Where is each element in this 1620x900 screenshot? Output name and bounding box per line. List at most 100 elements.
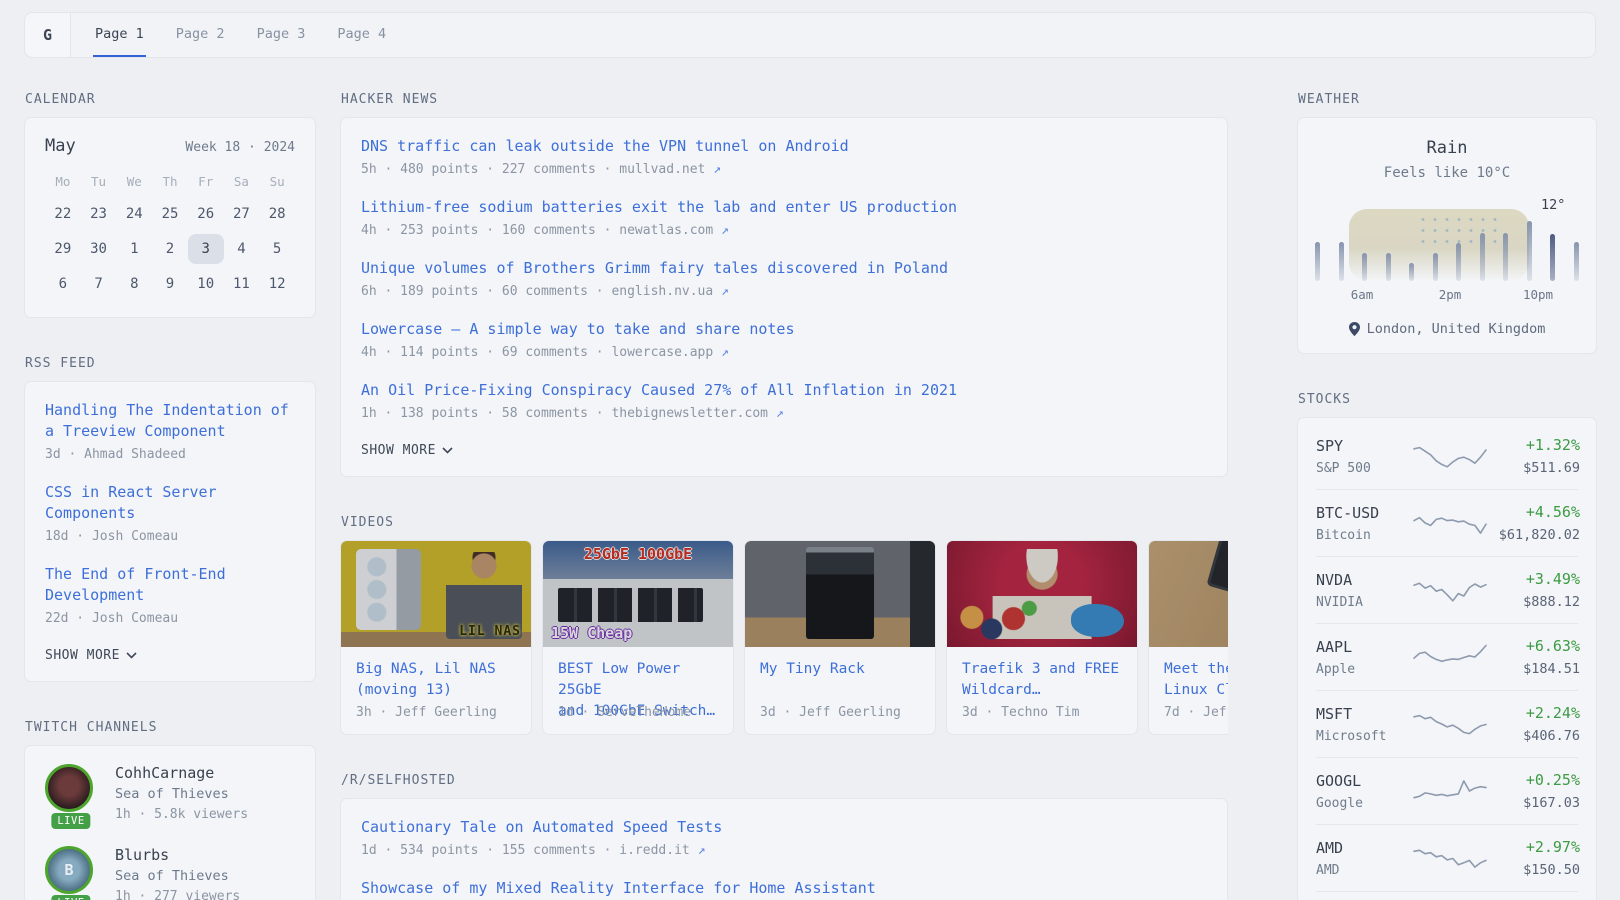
- rss-item-meta: 22d · Josh Comeau: [45, 611, 295, 626]
- hn-item-title[interactable]: Lithium-free sodium batteries exit the l…: [361, 197, 1207, 218]
- hn-item-title[interactable]: Lowercase – A simple way to take and sha…: [361, 319, 1207, 340]
- video-thumbnail[interactable]: [947, 541, 1137, 647]
- tab-page-3[interactable]: Page 3: [255, 13, 308, 57]
- video-title[interactable]: My Tiny Rack: [760, 659, 920, 703]
- app-logo[interactable]: G: [25, 13, 71, 57]
- calendar-day: 30: [81, 234, 117, 264]
- sparkline-chart: [1412, 776, 1488, 806]
- calendar-day: 26: [188, 199, 224, 229]
- live-badge: LIVE: [51, 895, 90, 900]
- calendar-day: 22: [45, 199, 81, 229]
- hn-item-title[interactable]: An Oil Price-Fixing Conspiracy Caused 27…: [361, 380, 1207, 401]
- tab-page-2[interactable]: Page 2: [174, 13, 227, 57]
- stock-change: +2.97%: [1488, 838, 1580, 856]
- video-card[interactable]: Traefik 3 and FREEWildcard… 3d · Techno …: [946, 540, 1138, 735]
- external-link-icon[interactable]: ↗: [721, 345, 729, 360]
- table-row: GOOGLGoogle +0.25%$167.03: [1316, 757, 1578, 824]
- external-link-icon[interactable]: ↗: [713, 162, 721, 177]
- weather-bar: [1527, 221, 1532, 281]
- weather-bar: [1480, 233, 1485, 281]
- video-meta: 3d · Jeff Geerling: [760, 705, 920, 720]
- calendar-label: CALENDAR: [25, 92, 316, 107]
- stocks-card: SPYS&P 500 +1.32%$511.69 BTC-USDBitcoin …: [1297, 417, 1597, 900]
- calendar-day: 8: [116, 269, 152, 299]
- video-thumbnail[interactable]: 25GbE 100GbE 15W Cheap: [543, 541, 733, 647]
- tab-page-4[interactable]: Page 4: [335, 13, 388, 57]
- list-item: Lithium-free sodium batteries exit the l…: [361, 197, 1207, 238]
- sparkline-chart: [1412, 709, 1488, 739]
- calendar-day: 7: [81, 269, 117, 299]
- stock-change: +0.25%: [1488, 771, 1580, 789]
- stock-name: Bitcoin: [1316, 528, 1412, 543]
- chevron-down-icon: [126, 652, 137, 659]
- external-link-icon[interactable]: ↗: [776, 406, 784, 421]
- external-link-icon[interactable]: ↗: [698, 843, 706, 858]
- rss-item-title[interactable]: CSS in React Server Components: [45, 482, 295, 524]
- reddit-item-title[interactable]: Cautionary Tale on Automated Speed Tests: [361, 817, 1207, 838]
- weather-bar: [1433, 253, 1438, 281]
- calendar-day: 9: [152, 269, 188, 299]
- stock-price: $61,820.02: [1488, 527, 1580, 543]
- time-label: 6am: [1351, 287, 1374, 302]
- tab-page-1[interactable]: Page 1: [93, 13, 146, 57]
- video-title[interactable]: Meet theLinux Clu: [1164, 659, 1228, 703]
- live-badge: LIVE: [51, 813, 90, 829]
- video-thumbnail[interactable]: [745, 541, 935, 647]
- list-item: DNS traffic can leak outside the VPN tun…: [361, 136, 1207, 177]
- video-card[interactable]: 25GbE 100GbE 15W Cheap BEST Low Power 25…: [542, 540, 734, 735]
- videos-row: LIL NAS Big NAS, Lil NAS(moving 13) 3h ·…: [340, 540, 1228, 735]
- video-title[interactable]: Traefik 3 and FREEWildcard…: [962, 659, 1122, 703]
- stock-symbol: GOOGL: [1316, 772, 1412, 790]
- thumbnail-overlay: [1149, 541, 1228, 647]
- weather-bar: [1456, 243, 1461, 281]
- video-card[interactable]: My Tiny Rack 3d · Jeff Geerling: [744, 540, 936, 735]
- twitch-card: LIVE CohhCarnage Sea of Thieves 1h · 5.8…: [24, 745, 316, 900]
- twitch-channel-row[interactable]: B LIVE Blurbs Sea of Thieves 1h · 277 vi…: [45, 846, 295, 900]
- weather-bar: [1339, 242, 1344, 281]
- hackernews-card: DNS traffic can leak outside the VPN tun…: [340, 117, 1228, 477]
- external-link-icon[interactable]: ↗: [721, 223, 729, 238]
- video-card[interactable]: FAS Meet theLinux Clu 7d · Jeff: [1148, 540, 1228, 735]
- external-link-icon[interactable]: ↗: [721, 284, 729, 299]
- rss-item-title[interactable]: The End of Front-End Development: [45, 564, 295, 606]
- weather-bar: [1550, 234, 1555, 281]
- stocks-label: STOCKS: [1298, 392, 1597, 407]
- calendar-day: 24: [116, 199, 152, 229]
- stock-name: Microsoft: [1316, 729, 1412, 744]
- hn-show-more-button[interactable]: SHOW MORE: [361, 443, 453, 458]
- weather-bar: [1409, 263, 1414, 281]
- sparkline-chart: [1412, 575, 1488, 605]
- video-title[interactable]: Big NAS, Lil NAS(moving 13): [356, 659, 516, 703]
- hn-item-meta: 5h · 480 points · 227 comments · mullvad…: [361, 162, 705, 177]
- hn-item-meta: 4h · 253 points · 160 comments · newatla…: [361, 223, 713, 238]
- list-item: Handling The Indentation of a Treeview C…: [45, 400, 295, 462]
- table-row: MSFTMicrosoft +2.24%$406.76: [1316, 690, 1578, 757]
- video-meta: 7d · Jeff: [1164, 705, 1228, 720]
- list-item: CSS in React Server Components 18d · Jos…: [45, 482, 295, 544]
- hackernews-label: HACKER NEWS: [341, 92, 1228, 107]
- left-column: CALENDAR May Week 18 · 2024 MoTuWeThFrSa…: [24, 92, 316, 900]
- hn-item-meta: 6h · 189 points · 60 comments · english.…: [361, 284, 713, 299]
- video-title[interactable]: BEST Low Power 25GbEand 100GbE Switch…: [558, 659, 718, 703]
- hn-item-title[interactable]: Unique volumes of Brothers Grimm fairy t…: [361, 258, 1207, 279]
- twitch-channel-row[interactable]: LIVE CohhCarnage Sea of Thieves 1h · 5.8…: [45, 764, 295, 822]
- location-pin-icon: [1349, 322, 1360, 336]
- video-thumbnail[interactable]: FAS: [1149, 541, 1228, 647]
- table-row: SPYS&P 500 +1.32%$511.69: [1316, 423, 1578, 489]
- hn-item-title[interactable]: DNS traffic can leak outside the VPN tun…: [361, 136, 1207, 157]
- weather-bar: [1386, 253, 1391, 281]
- stock-price: $406.76: [1488, 728, 1580, 744]
- video-thumbnail[interactable]: LIL NAS: [341, 541, 531, 647]
- rss-show-more-button[interactable]: SHOW MORE: [45, 648, 137, 663]
- weather-chart: 12°: [1315, 203, 1579, 281]
- calendar-day: 25: [152, 199, 188, 229]
- middle-column: HACKER NEWS DNS traffic can leak outside…: [340, 92, 1228, 900]
- stock-symbol: AAPL: [1316, 638, 1412, 656]
- rss-item-title[interactable]: Handling The Indentation of a Treeview C…: [45, 400, 295, 442]
- reddit-item-title[interactable]: Showcase of my Mixed Reality Interface f…: [361, 878, 1207, 899]
- thumbnail-overlay: [341, 541, 531, 647]
- weekday-label: Tu: [81, 170, 117, 199]
- video-card[interactable]: LIL NAS Big NAS, Lil NAS(moving 13) 3h ·…: [340, 540, 532, 735]
- calendar-day: 28: [259, 199, 295, 229]
- weather-bar: [1362, 253, 1367, 281]
